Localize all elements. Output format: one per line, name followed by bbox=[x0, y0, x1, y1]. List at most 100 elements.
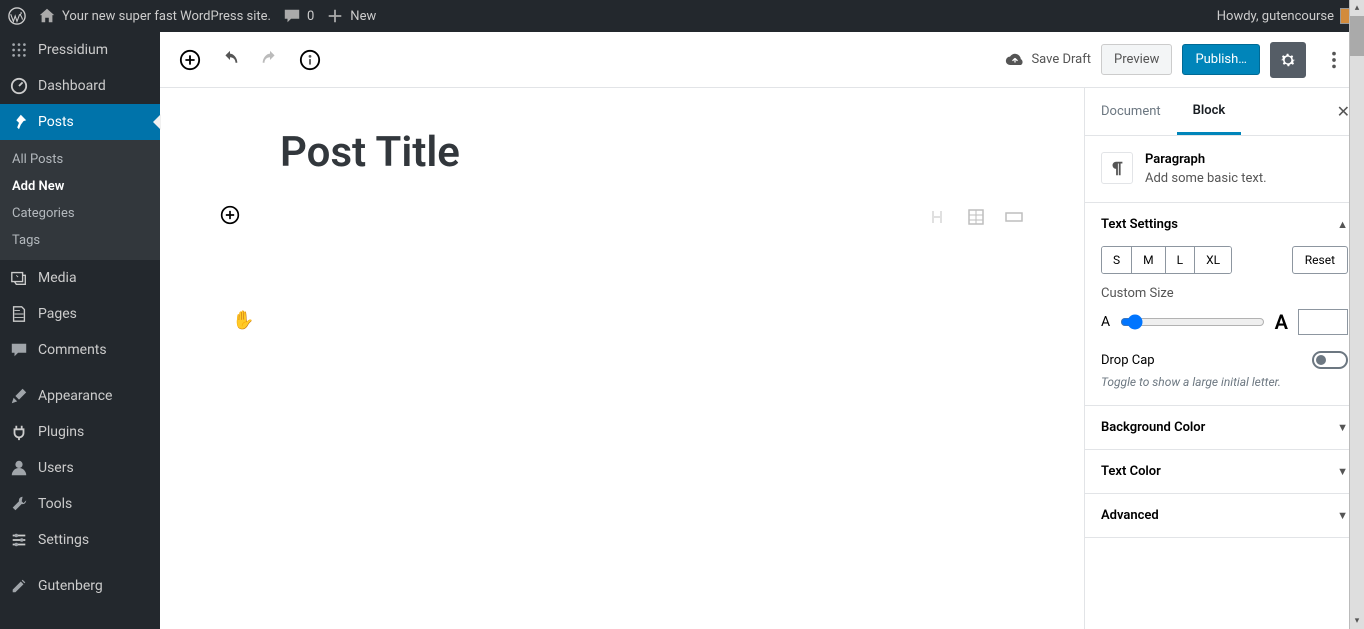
sidebar-item-pressidium[interactable]: Pressidium bbox=[0, 32, 160, 68]
cover-icon[interactable] bbox=[1004, 207, 1024, 227]
heading-icon[interactable] bbox=[928, 207, 948, 227]
sidebar-item-appearance[interactable]: Appearance bbox=[0, 378, 160, 414]
submenu-tags[interactable]: Tags bbox=[0, 227, 160, 254]
block-description: Add some basic text. bbox=[1145, 171, 1267, 186]
publish-button[interactable]: Publish… bbox=[1182, 44, 1260, 75]
pages-icon bbox=[10, 305, 28, 323]
media-icon bbox=[10, 269, 28, 287]
admin-bar: Your new super fast WordPress site. 0 Ne… bbox=[0, 0, 1364, 32]
submenu-categories[interactable]: Categories bbox=[0, 200, 160, 227]
panel-advanced-header[interactable]: Advanced ▼ bbox=[1085, 494, 1364, 537]
paragraph-icon bbox=[1101, 152, 1133, 184]
block-info: Paragraph Add some basic text. bbox=[1085, 136, 1364, 203]
plus-circle-icon bbox=[179, 49, 201, 71]
sidebar-item-settings[interactable]: Settings bbox=[0, 522, 160, 558]
settings-panel: Document Block ✕ Paragraph Add some basi… bbox=[1084, 88, 1364, 629]
panel-advanced: Advanced ▼ bbox=[1085, 494, 1364, 538]
submenu-add-new[interactable]: Add New bbox=[0, 173, 160, 200]
panel-text-color: Text Color ▼ bbox=[1085, 450, 1364, 494]
panel-background-color-header[interactable]: Background Color ▼ bbox=[1085, 406, 1364, 449]
admin-sidebar: Pressidium Dashboard Posts All Posts Add… bbox=[0, 32, 160, 629]
paragraph-block[interactable] bbox=[280, 207, 1024, 227]
chevron-down-icon: ▼ bbox=[1337, 509, 1348, 522]
comment-icon bbox=[283, 7, 301, 25]
plug-icon bbox=[10, 423, 28, 441]
slider-min-icon: A bbox=[1101, 314, 1110, 330]
plus-icon bbox=[326, 7, 344, 25]
font-size-presets: S M L XL bbox=[1101, 246, 1232, 274]
gear-icon bbox=[1278, 50, 1298, 70]
edit-icon bbox=[10, 577, 28, 595]
info-icon bbox=[299, 49, 321, 71]
pin-icon bbox=[10, 113, 28, 131]
comments-icon bbox=[10, 341, 28, 359]
font-size-m[interactable]: M bbox=[1132, 247, 1165, 273]
post-title[interactable]: Post Title bbox=[280, 128, 1024, 177]
more-icon bbox=[1323, 49, 1345, 71]
custom-size-label: Custom Size bbox=[1101, 286, 1348, 301]
font-size-reset-button[interactable]: Reset bbox=[1292, 246, 1348, 274]
plus-circle-icon bbox=[220, 205, 240, 225]
panel-text-color-header[interactable]: Text Color ▼ bbox=[1085, 450, 1364, 493]
content-info-button[interactable] bbox=[292, 42, 328, 78]
site-name-link[interactable]: Your new super fast WordPress site. bbox=[38, 7, 271, 25]
editor: Save Draft Preview Publish… Post Title bbox=[160, 32, 1364, 629]
brush-icon bbox=[10, 387, 28, 405]
save-draft-button[interactable]: Save Draft bbox=[1005, 50, 1091, 70]
slider-max-icon: A bbox=[1275, 310, 1288, 334]
chevron-down-icon: ▼ bbox=[1337, 465, 1348, 478]
font-size-xl[interactable]: XL bbox=[1195, 247, 1231, 273]
submenu-all-posts[interactable]: All Posts bbox=[0, 146, 160, 173]
block-name: Paragraph bbox=[1145, 152, 1267, 167]
tab-document[interactable]: Document bbox=[1085, 90, 1177, 133]
comments-link[interactable]: 0 bbox=[283, 7, 314, 25]
browser-scrollbar[interactable]: ▴ ▾ bbox=[1349, 0, 1364, 629]
editor-header: Save Draft Preview Publish… bbox=[160, 32, 1364, 88]
block-quick-inserter bbox=[928, 207, 1024, 227]
editor-canvas[interactable]: Post Title bbox=[160, 88, 1084, 629]
cloud-icon bbox=[1005, 50, 1025, 70]
sidebar-item-tools[interactable]: Tools bbox=[0, 486, 160, 522]
home-icon bbox=[38, 7, 56, 25]
pressidium-icon bbox=[10, 41, 28, 59]
font-size-s[interactable]: S bbox=[1102, 247, 1132, 273]
preview-button[interactable]: Preview bbox=[1101, 44, 1172, 75]
tab-block[interactable]: Block bbox=[1177, 89, 1242, 135]
panel-text-settings-header[interactable]: Text Settings ▲ bbox=[1085, 203, 1364, 246]
undo-button[interactable] bbox=[212, 42, 248, 78]
add-block-button[interactable] bbox=[172, 42, 208, 78]
sidebar-item-gutenberg[interactable]: Gutenberg bbox=[0, 568, 160, 604]
sidebar-item-media[interactable]: Media bbox=[0, 260, 160, 296]
more-options-button[interactable] bbox=[1316, 42, 1352, 78]
sidebar-item-dashboard[interactable]: Dashboard bbox=[0, 68, 160, 104]
chevron-down-icon: ▼ bbox=[1337, 421, 1348, 434]
panel-text-settings: Text Settings ▲ S M L XL Reset bbox=[1085, 203, 1364, 406]
dashboard-icon bbox=[10, 77, 28, 95]
sidebar-item-posts[interactable]: Posts bbox=[0, 104, 160, 140]
panel-background-color: Background Color ▼ bbox=[1085, 406, 1364, 450]
font-size-l[interactable]: L bbox=[1166, 247, 1195, 273]
custom-size-input[interactable] bbox=[1298, 309, 1348, 335]
wrench-icon bbox=[10, 495, 28, 513]
settings-icon bbox=[10, 531, 28, 549]
user-icon bbox=[10, 459, 28, 477]
dropcap-label: Drop Cap bbox=[1101, 353, 1155, 368]
sidebar-item-pages[interactable]: Pages bbox=[0, 296, 160, 332]
sidebar-item-comments[interactable]: Comments bbox=[0, 332, 160, 368]
account-link[interactable]: Howdy, gutencourse bbox=[1217, 8, 1356, 24]
dropcap-help: Toggle to show a large initial letter. bbox=[1101, 375, 1348, 389]
custom-size-slider[interactable] bbox=[1120, 314, 1265, 330]
redo-icon bbox=[259, 49, 281, 71]
new-content-link[interactable]: New bbox=[326, 7, 376, 25]
settings-panel-toggle[interactable] bbox=[1270, 42, 1306, 78]
dropcap-toggle[interactable] bbox=[1312, 351, 1348, 369]
sidebar-item-users[interactable]: Users bbox=[0, 450, 160, 486]
wp-logo[interactable] bbox=[8, 7, 26, 25]
chevron-up-icon: ▲ bbox=[1337, 218, 1348, 231]
posts-submenu: All Posts Add New Categories Tags bbox=[0, 140, 160, 260]
redo-button[interactable] bbox=[252, 42, 288, 78]
undo-icon bbox=[219, 49, 241, 71]
table-icon[interactable] bbox=[966, 207, 986, 227]
sidebar-item-plugins[interactable]: Plugins bbox=[0, 414, 160, 450]
inline-add-block-button[interactable] bbox=[220, 205, 240, 229]
